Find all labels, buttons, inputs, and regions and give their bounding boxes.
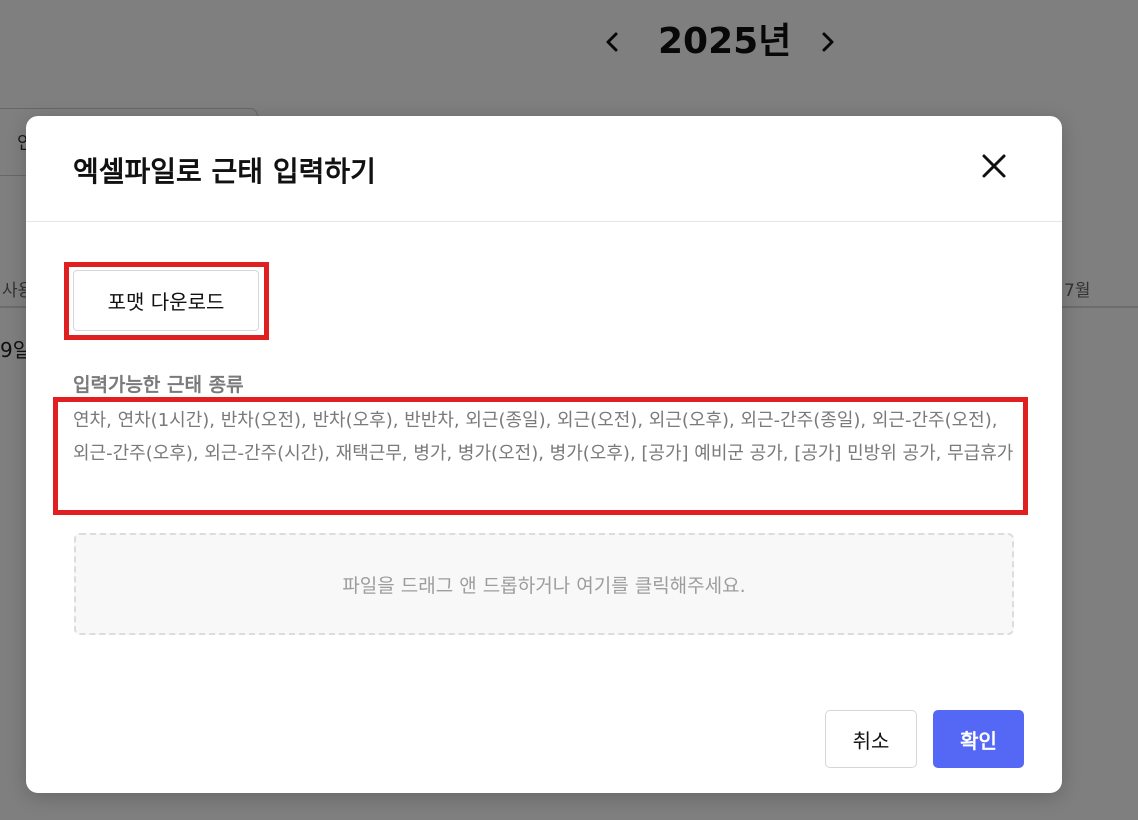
modal-header-divider xyxy=(26,221,1062,222)
attendance-types-title: 입력가능한 근태 종류 xyxy=(73,374,244,396)
modal-title: 엑셀파일로 근태 입력하기 xyxy=(73,155,376,188)
excel-import-modal: 엑셀파일로 근태 입력하기 포맷 다운로드 입력가능한 근태 종류 연차, 연차… xyxy=(26,116,1062,793)
download-button-highlight xyxy=(64,262,269,340)
close-icon[interactable] xyxy=(976,148,1012,184)
dropzone-text: 파일을 드래그 앤 드롭하거나 여기를 클릭해주세요. xyxy=(342,574,746,597)
file-dropzone[interactable]: 파일을 드래그 앤 드롭하거나 여기를 클릭해주세요. xyxy=(74,533,1014,635)
confirm-button[interactable]: 확인 xyxy=(933,710,1024,768)
cancel-button[interactable]: 취소 xyxy=(825,710,917,768)
attendance-types-highlight xyxy=(53,397,1028,515)
